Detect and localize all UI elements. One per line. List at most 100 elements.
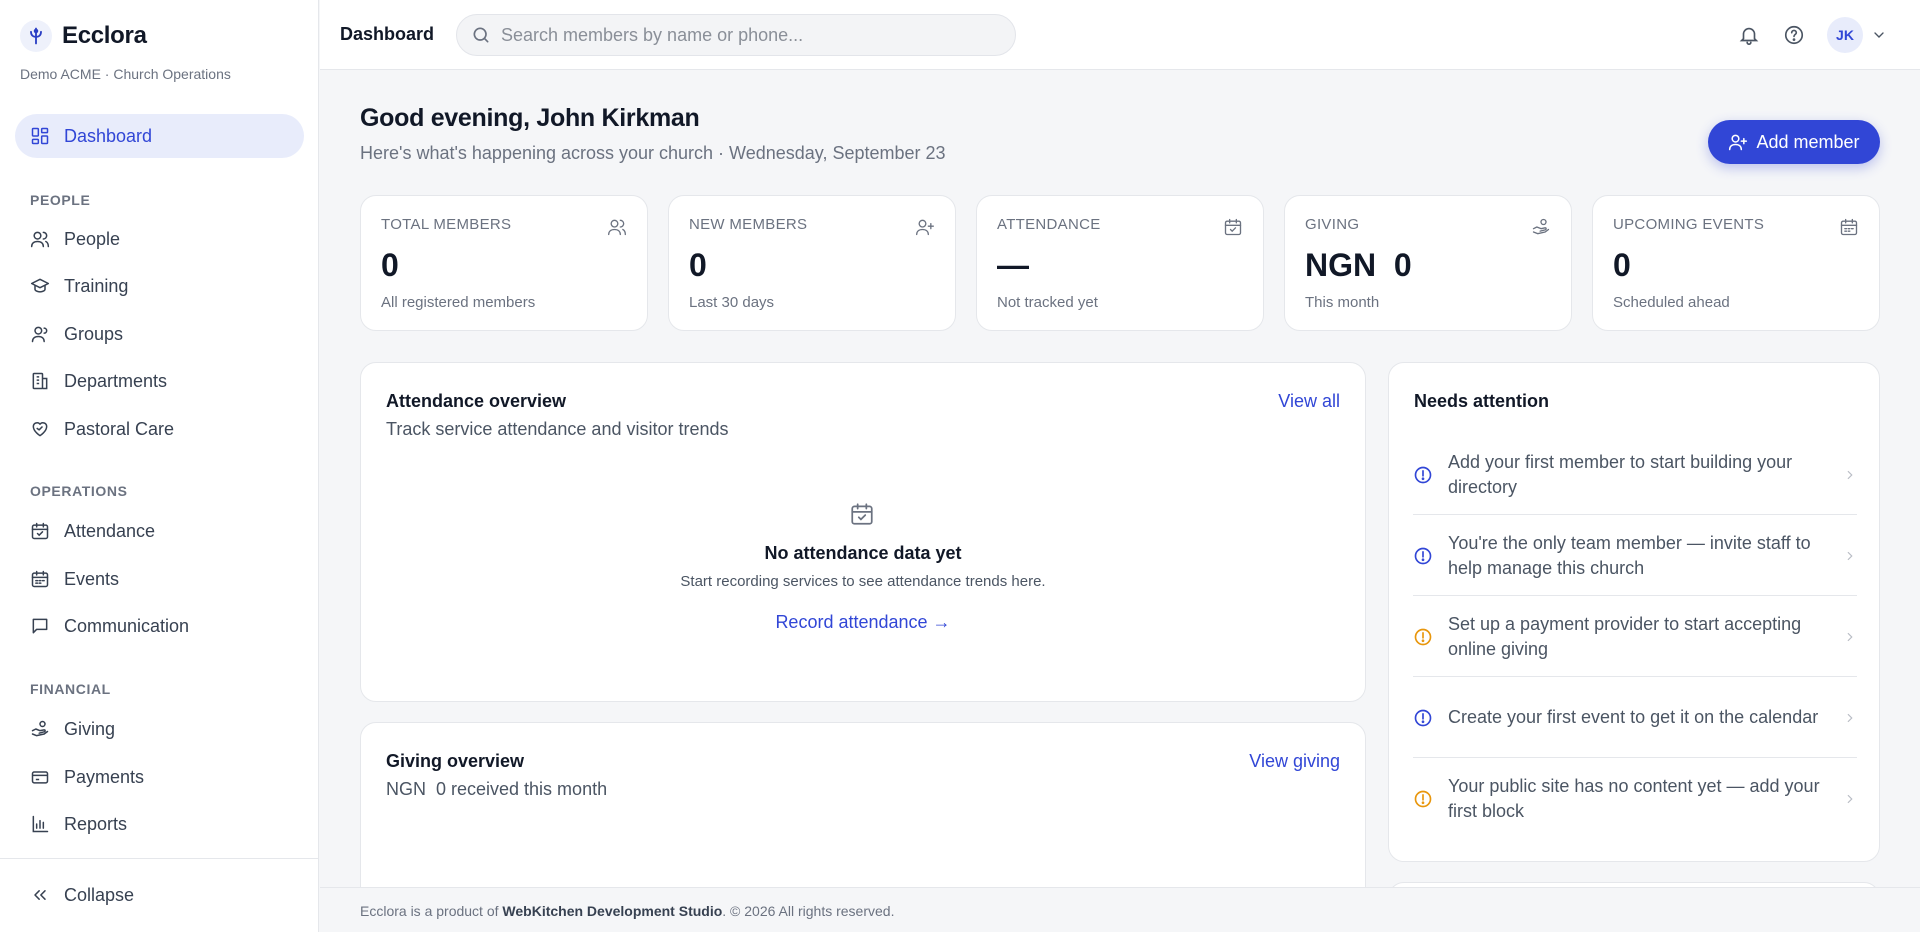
- collapse-label: Collapse: [64, 884, 135, 905]
- sidebar-item-training[interactable]: Training: [15, 264, 304, 308]
- sidebar-item-giving[interactable]: Giving: [15, 707, 304, 751]
- sidebar-item-label: Training: [64, 275, 129, 296]
- chevron-right-icon: [1847, 632, 1853, 641]
- add-member-label: Add member: [1756, 131, 1860, 152]
- attention-item-text: You're the only team member — invite sta…: [1448, 532, 1811, 578]
- stat-label: GIVING: [1305, 216, 1360, 233]
- sidebar-item-label: Attendance: [64, 520, 156, 541]
- stat-card-upcoming-events[interactable]: UPCOMING EVENTS 0 Scheduled ahead: [1592, 195, 1880, 331]
- greeting-heading: Good evening, John Kirkman: [360, 104, 700, 132]
- help-icon[interactable]: [1783, 24, 1805, 46]
- footer-text: Ecclora is a product of WebKitchen Devel…: [360, 903, 894, 919]
- stat-label: TOTAL MEMBERS: [381, 216, 512, 233]
- record-attendance-link[interactable]: Record attendance →: [361, 612, 1365, 633]
- credit-card-icon: [31, 771, 49, 784]
- sidebar-item-departments[interactable]: Departments: [15, 359, 304, 403]
- message-square-icon: [32, 618, 48, 634]
- bell-icon[interactable]: [1738, 24, 1760, 46]
- attention-item[interactable]: Add your first member to start building …: [1413, 435, 1857, 515]
- sidebar-item-label: People: [64, 228, 121, 249]
- giving-hand-icon: [1532, 218, 1550, 235]
- stat-card-giving[interactable]: GIVING NGN 0 This month: [1284, 195, 1572, 331]
- nav-section-people: PEOPLE: [30, 192, 91, 208]
- calendar-check-icon: [31, 522, 49, 540]
- brand-name: Ecclora: [62, 22, 147, 49]
- sidebar-item-label: Payments: [64, 766, 145, 787]
- info-circle-icon: [1414, 547, 1432, 564]
- attention-item[interactable]: Set up a payment provider to start accep…: [1413, 597, 1857, 677]
- sidebar-item-label: Events: [64, 568, 120, 589]
- sidebar-item-label: Departments: [64, 370, 168, 391]
- attention-item[interactable]: You're the only team member — invite sta…: [1413, 516, 1857, 596]
- info-circle-icon: [1414, 709, 1432, 726]
- sidebar-item-label: Reports: [64, 813, 128, 834]
- dashboard-icon: [31, 127, 49, 145]
- search-input[interactable]: [501, 24, 981, 46]
- footer-company-link[interactable]: WebKitchen Development Studio: [502, 903, 722, 919]
- footer-suffix: . © 2026 All rights reserved.: [722, 903, 895, 919]
- stat-note: This month: [1305, 294, 1380, 311]
- view-all-link[interactable]: View all: [1278, 391, 1340, 412]
- sidebar-item-label: Giving: [64, 718, 116, 739]
- chevron-down-icon[interactable]: [1871, 27, 1887, 43]
- stat-note: Scheduled ahead: [1613, 294, 1730, 311]
- warning-circle-icon: [1414, 628, 1432, 645]
- sidebar-item-people[interactable]: People: [15, 217, 304, 261]
- empty-state-description: Start recording services to see attendan…: [680, 573, 1046, 590]
- brand-subtitle: Demo ACME · Church Operations: [20, 66, 231, 82]
- chevrons-left-icon: [34, 890, 46, 900]
- add-member-button[interactable]: Add member: [1708, 120, 1880, 164]
- sidebar-item-payments[interactable]: Payments: [15, 755, 304, 799]
- avatar[interactable]: JK: [1827, 17, 1863, 53]
- ecclora-logo-icon: [20, 20, 52, 52]
- stat-card-total-members[interactable]: TOTAL MEMBERS 0 All registered members: [360, 195, 648, 331]
- nav-section-financial: FINANCIAL: [30, 681, 111, 697]
- card-title: Giving overview: [386, 751, 525, 771]
- graduation-cap-icon: [30, 278, 50, 293]
- needs-attention-card: Needs attention Add your first member to…: [1388, 362, 1880, 862]
- stat-value: 0: [381, 247, 399, 283]
- sidebar-item-reports[interactable]: Reports: [15, 802, 304, 846]
- attention-item-text: Create your first event to get it on the…: [1448, 707, 1819, 727]
- info-circle-icon: [1414, 466, 1432, 483]
- users-icon: [608, 219, 626, 236]
- giving-hand-icon: [31, 720, 49, 737]
- sidebar-item-groups[interactable]: Groups: [15, 312, 304, 356]
- sidebar: Ecclora Demo ACME · Church Operations Da…: [0, 0, 319, 932]
- stat-value: 0: [1613, 247, 1631, 283]
- stat-value: 0: [689, 247, 707, 283]
- building-icon: [32, 372, 48, 390]
- stat-card-attendance[interactable]: ATTENDANCE — Not tracked yet: [976, 195, 1264, 331]
- stat-note: Not tracked yet: [997, 294, 1098, 311]
- search-box[interactable]: [456, 14, 1016, 56]
- stat-note: All registered members: [381, 294, 536, 311]
- chevron-right-icon: [1847, 794, 1853, 804]
- attention-item[interactable]: Your public site has no content yet — ad…: [1413, 759, 1857, 839]
- footer: Ecclora is a product of WebKitchen Devel…: [320, 887, 1920, 932]
- page-title: Dashboard: [340, 24, 435, 44]
- card-title: Attendance overview: [386, 391, 567, 411]
- sidebar-item-dashboard[interactable]: Dashboard: [15, 114, 304, 158]
- sidebar-item-attendance[interactable]: Attendance: [15, 509, 304, 553]
- sidebar-item-communication[interactable]: Communication: [15, 604, 304, 648]
- card-title: Needs attention: [1414, 391, 1550, 411]
- footer-prefix: Ecclora is a product of: [360, 903, 499, 919]
- nav-section-operations: OPERATIONS: [30, 483, 128, 499]
- collapse-button[interactable]: Collapse: [15, 873, 304, 917]
- attention-item[interactable]: Create your first event to get it on the…: [1413, 678, 1857, 758]
- attention-item-text: Add your first member to start building …: [1448, 451, 1793, 497]
- calendar-icon: [31, 570, 49, 588]
- view-giving-link[interactable]: View giving: [1249, 751, 1340, 772]
- sidebar-item-events[interactable]: Events: [15, 557, 304, 601]
- chevron-right-icon: [1847, 551, 1853, 560]
- attendance-overview-card: Attendance overview Track service attend…: [360, 362, 1366, 702]
- sidebar-item-pastoral-care[interactable]: Pastoral Care: [15, 407, 304, 451]
- sidebar-item-label: Dashboard: [64, 125, 153, 146]
- brand[interactable]: Ecclora: [20, 20, 147, 52]
- user-plus-icon: [1729, 134, 1748, 151]
- chevron-right-icon: [1847, 470, 1853, 479]
- users-icon: [30, 231, 50, 248]
- stat-card-new-members[interactable]: NEW MEMBERS 0 Last 30 days: [668, 195, 956, 331]
- stat-note: Last 30 days: [689, 294, 775, 311]
- stat-value: —: [997, 247, 1029, 283]
